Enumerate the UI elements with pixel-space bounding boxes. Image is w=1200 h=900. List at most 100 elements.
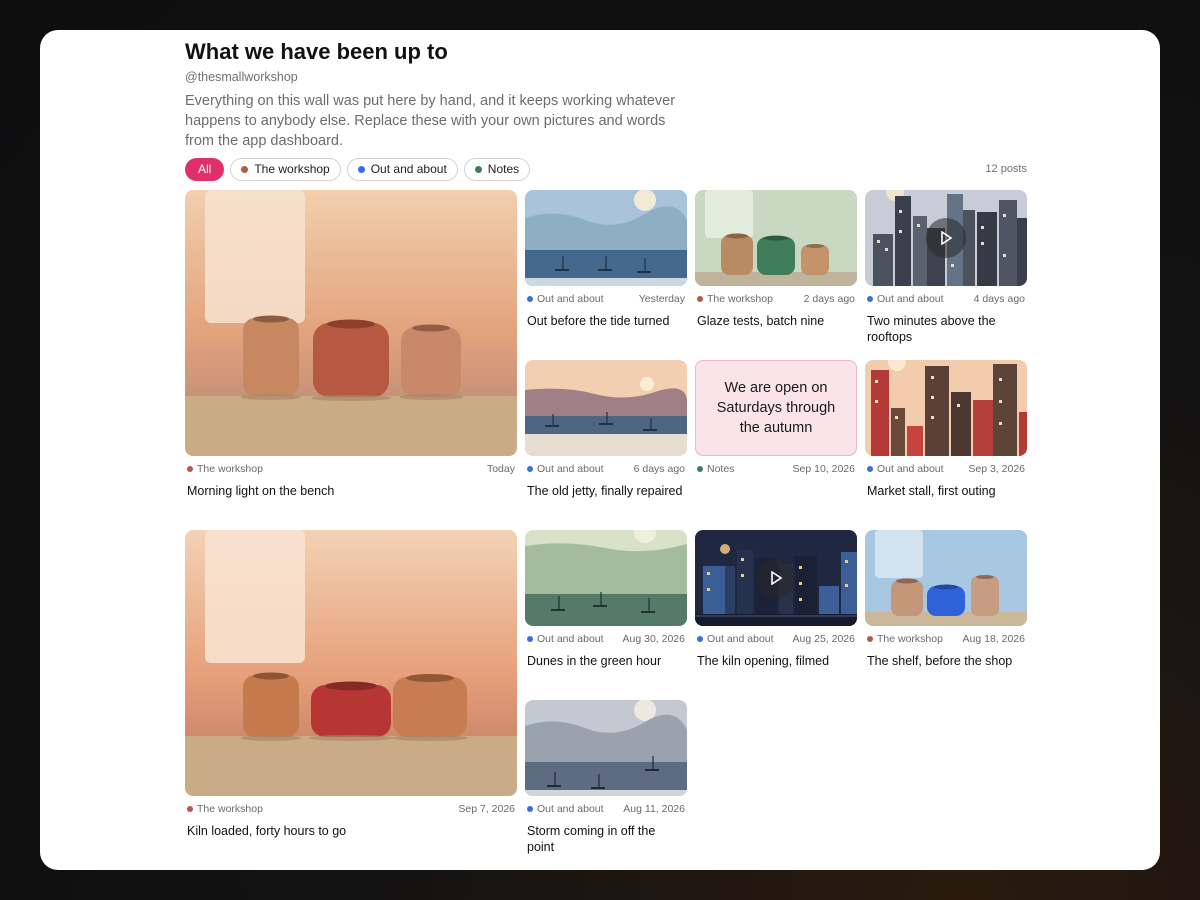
category-dot	[241, 166, 249, 173]
category-dot	[474, 166, 482, 173]
note-tile: We are open on Saturdays through the aut…	[695, 360, 857, 456]
post-card[interactable]: Out and about Sep 3, 2026 Market stall, …	[865, 360, 1027, 499]
post-title: Market stall, first outing	[867, 484, 996, 498]
post-image	[525, 360, 687, 456]
post-meta: Out and about 4 days ago	[865, 293, 1027, 305]
post-category: Out and about	[867, 463, 944, 475]
post-image	[185, 530, 517, 796]
post-meta: Notes Sep 10, 2026	[695, 463, 857, 475]
post-image	[525, 190, 687, 286]
filter-all[interactable]: All	[185, 158, 225, 181]
post-category: Out and about	[867, 293, 944, 305]
filter-label: All	[198, 162, 212, 176]
post-date: Aug 11, 2026	[623, 803, 685, 815]
post-meta: Out and about Aug 30, 2026	[525, 633, 687, 645]
post-meta: Out and about Sep 3, 2026	[865, 463, 1027, 475]
post-image	[525, 700, 687, 796]
post-card[interactable]: Out and about Aug 30, 2026 Dunes in the …	[525, 530, 687, 669]
post-title: Out before the tide turned	[527, 314, 670, 328]
post-image	[695, 530, 857, 626]
play-icon	[771, 571, 783, 585]
post-card[interactable]: The workshop 2 days ago Glaze tests, bat…	[695, 190, 857, 329]
post-date: Today	[486, 463, 515, 475]
post-date: 6 days ago	[633, 463, 685, 475]
post-category: The workshop	[187, 803, 263, 815]
category-dot	[527, 296, 533, 302]
filter-out-and-about[interactable]: Out and about	[346, 158, 458, 181]
post-card[interactable]: The workshop Aug 18, 2026 The shelf, bef…	[865, 530, 1027, 669]
post-category-label: Out and about	[537, 293, 604, 305]
post-title: Storm coming in off the point	[527, 824, 656, 854]
post-date: Sep 7, 2026	[458, 803, 515, 815]
post-title: Two minutes above the rooftops	[867, 314, 996, 344]
category-dot	[357, 166, 365, 173]
filter-label: The workshop	[254, 162, 330, 176]
post-date: Sep 3, 2026	[968, 463, 1025, 475]
category-dot	[867, 296, 873, 302]
play-icon	[941, 231, 953, 245]
post-card[interactable]: Out and about Aug 11, 2026 Storm coming …	[525, 700, 687, 855]
post-image	[865, 360, 1027, 456]
category-dot	[697, 296, 703, 302]
post-meta: The workshop 2 days ago	[695, 293, 857, 305]
post-category: The workshop	[697, 293, 773, 305]
post-category: Notes	[697, 463, 734, 475]
post-image	[865, 530, 1027, 626]
post-image	[865, 190, 1027, 286]
post-category: Out and about	[697, 633, 774, 645]
post-image	[695, 190, 857, 286]
post-meta: Out and about Aug 25, 2026	[695, 633, 857, 645]
post-meta: Out and about Yesterday	[525, 293, 687, 305]
post-card[interactable]: Out and about 4 days ago Two minutes abo…	[865, 190, 1027, 345]
post-card[interactable]: The workshop Sep 7, 2026 Kiln loaded, fo…	[185, 530, 517, 839]
post-meta: The workshop Aug 18, 2026	[865, 633, 1027, 645]
category-dot	[187, 806, 193, 812]
post-image	[525, 530, 687, 626]
filter-notes[interactable]: Notes	[463, 158, 531, 181]
post-title: The shelf, before the shop	[867, 654, 1013, 668]
filter-bar: All The workshop Out and about Notes	[185, 158, 531, 181]
post-title: The kiln opening, filmed	[697, 654, 830, 668]
page-title: What we have been up to	[185, 39, 448, 64]
post-date: 2 days ago	[803, 293, 855, 305]
post-category: Out and about	[527, 293, 604, 305]
post-category: Out and about	[527, 633, 604, 645]
post-meta: The workshop Sep 7, 2026	[185, 803, 517, 815]
post-date: Yesterday	[638, 293, 685, 305]
wall-card: What we have been up to @thesmallworksho…	[40, 30, 1160, 870]
category-dot	[527, 806, 533, 812]
post-category-label: Notes	[707, 463, 735, 475]
post-meta: Out and about 6 days ago	[525, 463, 687, 475]
play-button[interactable]	[756, 558, 796, 598]
post-category-label: Out and about	[537, 803, 604, 815]
post-date: Sep 10, 2026	[792, 463, 855, 475]
post-card[interactable]: We are open on Saturdays through the aut…	[695, 360, 857, 475]
filter-the-workshop[interactable]: The workshop	[230, 158, 341, 181]
post-title: The old jetty, finally repaired	[527, 484, 683, 498]
post-title: Kiln loaded, forty hours to go	[187, 824, 347, 838]
post-category-label: The workshop	[197, 803, 263, 815]
post-category: Out and about	[527, 463, 604, 475]
post-card[interactable]: Out and about 6 days ago The old jetty, …	[525, 360, 687, 499]
post-image	[185, 190, 517, 456]
post-count: 12 posts	[985, 163, 1027, 175]
post-category-label: Out and about	[877, 463, 944, 475]
post-category-label: Out and about	[537, 633, 604, 645]
category-dot	[867, 466, 873, 472]
post-category-label: Out and about	[707, 633, 774, 645]
post-category: The workshop	[187, 463, 263, 475]
post-date: 4 days ago	[973, 293, 1025, 305]
post-card[interactable]: Out and about Aug 25, 2026 The kiln open…	[695, 530, 857, 669]
post-card[interactable]: Out and about Yesterday Out before the t…	[525, 190, 687, 329]
category-dot	[867, 636, 873, 642]
post-date: Aug 30, 2026	[622, 633, 685, 645]
post-card[interactable]: The workshop Today Morning light on the …	[185, 190, 517, 499]
post-title: Glaze tests, batch nine	[697, 314, 825, 328]
category-dot	[527, 466, 533, 472]
filter-label: Out and about	[370, 162, 447, 176]
post-category-label: The workshop	[197, 463, 263, 475]
category-dot	[187, 466, 193, 472]
post-meta: Out and about Aug 11, 2026	[525, 803, 687, 815]
play-button[interactable]	[926, 218, 966, 258]
post-category: The workshop	[867, 633, 943, 645]
